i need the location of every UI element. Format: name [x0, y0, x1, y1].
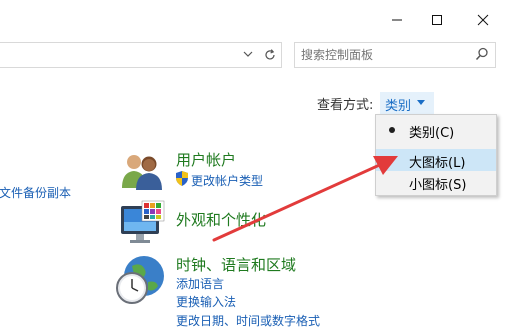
- backup-link[interactable]: 文件备份副本: [0, 184, 71, 201]
- add-language-link[interactable]: 添加语言: [176, 275, 224, 292]
- radio-dot-icon: [389, 127, 395, 133]
- category-title-user-accounts[interactable]: 用户帐户: [176, 149, 236, 170]
- menu-item-small-icons[interactable]: 小图标(S): [376, 171, 496, 193]
- close-icon: [477, 14, 489, 26]
- clock-globe-icon: [116, 256, 164, 304]
- change-account-type-link[interactable]: 更改帐户类型: [191, 172, 263, 189]
- address-bar[interactable]: [0, 42, 260, 68]
- caret-down-icon: [417, 100, 425, 105]
- chevron-down-icon[interactable]: [240, 46, 256, 62]
- display-icon: [121, 200, 165, 243]
- search-input[interactable]: [301, 45, 466, 65]
- users-icon: [122, 155, 162, 190]
- view-by-value: 类别: [385, 99, 412, 114]
- search-icon[interactable]: [475, 47, 489, 61]
- category-title-clock-language-region[interactable]: 时钟、语言和区域: [176, 254, 296, 275]
- maximize-button[interactable]: [414, 0, 460, 40]
- minimize-icon: [392, 19, 402, 21]
- refresh-icon: [265, 49, 275, 60]
- menu-item-large-icons[interactable]: 大图标(L): [376, 149, 496, 171]
- menu-item-category[interactable]: 类别(C): [376, 119, 496, 141]
- view-by-dropdown[interactable]: 类别: [380, 92, 434, 114]
- uac-shield-icon: [176, 171, 188, 186]
- view-by-label: 查看方式:: [317, 98, 374, 113]
- close-button[interactable]: [460, 0, 506, 40]
- menu-item-label: 类别(C): [409, 126, 455, 141]
- menu-item-label: 大图标(L): [409, 156, 466, 171]
- change-input-method-link[interactable]: 更换输入法: [176, 293, 236, 310]
- menu-item-label: 小图标(S): [409, 178, 467, 193]
- maximize-icon: [432, 15, 442, 25]
- search-box[interactable]: [294, 42, 496, 68]
- category-title-appearance[interactable]: 外观和个性化: [176, 209, 266, 230]
- refresh-button[interactable]: [259, 42, 282, 68]
- view-by-menu: 类别(C) 大图标(L) 小图标(S): [375, 114, 497, 196]
- change-date-time-format-link[interactable]: 更改日期、时间或数字格式: [176, 312, 320, 329]
